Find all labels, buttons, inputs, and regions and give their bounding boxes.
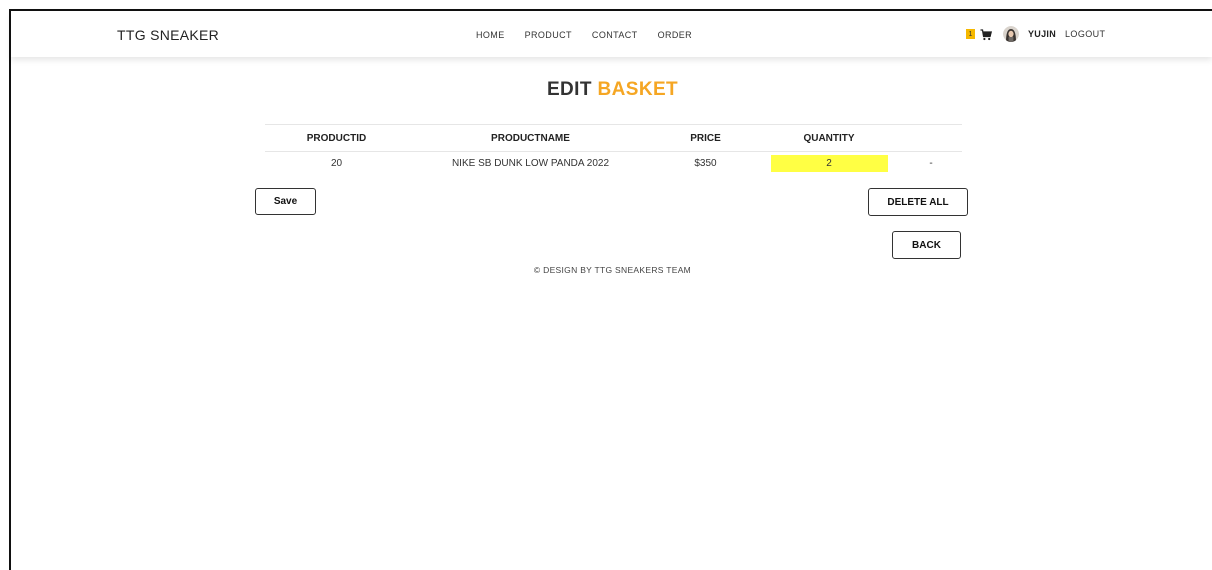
table-header-row: PRODUCTID PRODUCTNAME PRICE QUANTITY — [265, 124, 962, 152]
delete-all-button[interactable]: DELETE ALL — [868, 188, 968, 216]
nav-contact-link[interactable]: CONTACT — [592, 30, 638, 40]
footer-credit: © DESIGN BY TTG SNEAKERS TEAM — [533, 265, 692, 275]
cart-icon[interactable] — [980, 28, 993, 41]
user-name[interactable]: YUJIN — [1028, 29, 1056, 39]
cell-product-id: 20 — [330, 158, 343, 170]
nav-home-link[interactable]: HOME — [476, 30, 505, 40]
nav-order-link[interactable]: ORDER — [658, 30, 693, 40]
basket-table: PRODUCTID PRODUCTNAME PRICE QUANTITY 20 … — [265, 124, 962, 176]
column-header-productname: PRODUCTNAME — [408, 124, 653, 152]
main-nav: HOME PRODUCT CONTACT ORDER — [476, 30, 712, 40]
nav-product-link[interactable]: PRODUCT — [525, 30, 572, 40]
back-button[interactable]: BACK — [892, 231, 961, 259]
column-header-price: PRICE — [653, 124, 758, 152]
remove-item-button[interactable]: - — [900, 152, 962, 176]
brand-logo-link[interactable]: TTG SNEAKER — [117, 27, 219, 43]
page-title-prefix: EDIT — [546, 79, 592, 100]
cart-count-badge: 1 — [966, 29, 975, 39]
cell-price: $350 — [694, 158, 717, 170]
column-header-quantity: QUANTITY — [758, 124, 900, 152]
page-title: EDIT BASKET — [11, 79, 1212, 101]
logout-link[interactable]: LOGOUT — [1065, 29, 1105, 39]
cell-product-name: NIKE SB DUNK LOW PANDA 2022 — [451, 158, 610, 170]
avatar[interactable] — [1003, 26, 1019, 42]
save-button[interactable]: Save — [255, 188, 316, 215]
user-area: 1 YUJIN LOGOUT — [966, 25, 1105, 43]
page-title-accent: BASKET — [597, 79, 679, 100]
app-frame: TTG SNEAKER HOME PRODUCT CONTACT ORDER 1 — [9, 9, 1212, 570]
column-header-remove — [900, 124, 962, 152]
column-header-productid: PRODUCTID — [265, 124, 408, 152]
cell-quantity — [758, 152, 900, 176]
basket-table-body: 20 NIKE SB DUNK LOW PANDA 2022 $350 - — [265, 152, 962, 176]
navbar: TTG SNEAKER HOME PRODUCT CONTACT ORDER 1 — [11, 11, 1212, 57]
quantity-input[interactable] — [770, 155, 888, 173]
basket-table-header: PRODUCTID PRODUCTNAME PRICE QUANTITY — [265, 124, 962, 152]
table-row: 20 NIKE SB DUNK LOW PANDA 2022 $350 - — [265, 152, 962, 176]
